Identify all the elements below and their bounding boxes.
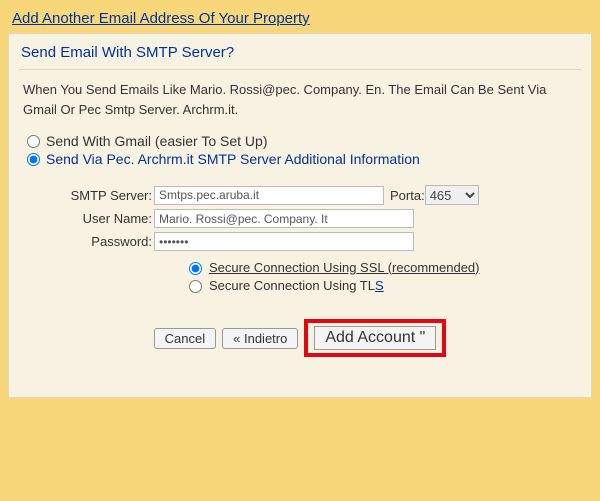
password-row: Password: bbox=[49, 232, 581, 251]
add-account-highlight: Add Account " bbox=[304, 319, 446, 357]
radio-send-gmail[interactable] bbox=[27, 135, 40, 148]
radio-send-smtp-label: Send Via Pec. Archrm.it SMTP Server Addi… bbox=[46, 151, 420, 167]
radio-tls[interactable] bbox=[189, 280, 202, 293]
smtp-server-row: SMTP Server: Porta: 465 bbox=[49, 185, 581, 205]
cancel-button[interactable]: Cancel bbox=[154, 328, 216, 349]
tls-row[interactable]: Secure Connection Using TLS bbox=[184, 277, 581, 293]
radio-send-smtp-row[interactable]: Send Via Pec. Archrm.it SMTP Server Addi… bbox=[27, 151, 581, 167]
radio-send-smtp[interactable] bbox=[27, 153, 40, 166]
smtp-server-input[interactable] bbox=[154, 186, 384, 205]
back-button[interactable]: « Indietro bbox=[222, 328, 298, 349]
password-input[interactable] bbox=[154, 232, 414, 251]
user-name-row: User Name: bbox=[49, 209, 581, 228]
window-title: Add Another Email Address Of Your Proper… bbox=[8, 8, 592, 33]
main-panel: Send Email With SMTP Server? When You Se… bbox=[8, 33, 592, 398]
password-label: Password: bbox=[49, 234, 154, 249]
radio-send-gmail-row[interactable]: Send With Gmail (easier To Set Up) bbox=[27, 133, 581, 149]
user-name-label: User Name: bbox=[49, 211, 154, 226]
smtp-form: SMTP Server: Porta: 465 User Name: Passw… bbox=[49, 185, 581, 293]
user-name-input[interactable] bbox=[154, 209, 414, 228]
panel-description: When You Send Emails Like Mario. Rossi@p… bbox=[23, 80, 577, 119]
radio-ssl[interactable] bbox=[189, 262, 202, 275]
porta-label: Porta: bbox=[390, 188, 425, 203]
radio-tls-label: Secure Connection Using TLS bbox=[209, 278, 384, 293]
porta-select[interactable]: 465 bbox=[425, 185, 479, 205]
radio-send-gmail-label: Send With Gmail (easier To Set Up) bbox=[46, 133, 268, 149]
panel-title: Send Email With SMTP Server? bbox=[21, 44, 581, 61]
smtp-server-label: SMTP Server: bbox=[49, 188, 154, 203]
add-account-button[interactable]: Add Account " bbox=[314, 326, 436, 350]
radio-ssl-label: Secure Connection Using SSL (recommended… bbox=[209, 260, 480, 275]
ssl-row[interactable]: Secure Connection Using SSL (recommended… bbox=[184, 259, 581, 275]
button-row: Cancel « Indietro Add Account " bbox=[19, 319, 581, 357]
divider bbox=[19, 69, 581, 70]
